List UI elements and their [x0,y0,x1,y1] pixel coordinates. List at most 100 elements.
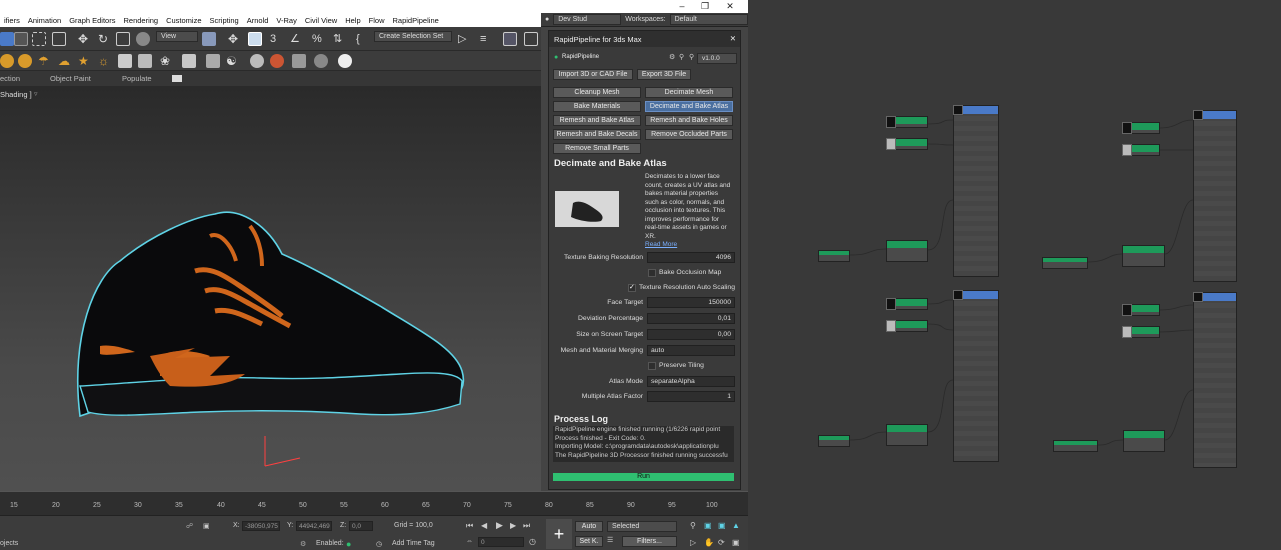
node-material-c[interactable] [1193,110,1237,282]
node-mesh-in[interactable] [1042,257,1088,269]
color-balls-icon[interactable] [270,54,284,68]
node-editor[interactable] [748,0,1281,550]
window-crossing-icon[interactable] [52,32,66,46]
enabled-toggle-icon[interactable]: ● [346,539,351,549]
user-dropdown[interactable]: Dev Stud [553,14,622,25]
x-field[interactable]: -38050,975 [242,521,280,531]
percent-snap-icon[interactable]: % [312,32,326,46]
atlas-factor-field[interactable]: 1 [647,391,735,402]
preserve-tiling-checkbox[interactable] [648,362,656,370]
minimize-icon[interactable]: – [672,0,692,13]
key-mode-icon[interactable]: ⇔ [466,538,473,545]
field-of-view-icon[interactable]: ▷ [690,538,696,547]
rapidpipeline-logo-icon[interactable] [338,54,352,68]
bake-occlusion-checkbox[interactable] [648,269,656,277]
play-icon[interactable]: ▶ [496,520,503,531]
viewport[interactable]: Shading ] ▿ [0,86,541,491]
zoom-in-icon[interactable]: ⚲ [679,53,684,61]
deviation-field[interactable]: 0,01 [647,313,735,324]
shoe-model[interactable] [0,86,541,491]
import-button[interactable]: Import 3D or CAD File [553,69,633,80]
bitmap-icon[interactable] [292,54,306,68]
umbrella-icon[interactable]: ☂ [38,54,52,68]
bake-materials-button[interactable]: Bake Materials [553,101,641,112]
node-material-a[interactable] [953,105,999,277]
go-start-icon[interactable]: ⏮ [466,521,473,531]
auto-key-button[interactable]: Auto [575,521,603,532]
zoom-all-icon[interactable]: ▣ [704,521,712,530]
frame-field[interactable]: 0 [478,537,524,547]
menu-rapidpipeline[interactable]: RapidPipeline [389,16,443,25]
remesh-bake-decals-button[interactable]: Remesh and Bake Decals [553,129,641,140]
ribbon-toggle-icon[interactable] [172,75,182,82]
select-manipulate-icon[interactable]: ✥ [226,32,240,46]
workspace-dropdown[interactable]: Default [669,14,748,25]
spinner-snap-icon[interactable]: ⇅ [333,32,347,46]
cleanup-mesh-button[interactable]: Cleanup Mesh [553,87,641,98]
sky-icon[interactable]: ☁ [58,54,72,68]
zoom-icon[interactable]: ⚲ [690,521,696,530]
node-process[interactable] [886,424,928,446]
render-frame-icon[interactable] [138,54,152,68]
rect-selection-icon[interactable] [32,32,46,46]
render-icon[interactable] [182,54,196,68]
vray-icon[interactable]: ❀ [160,54,174,68]
tbr-field[interactable]: 4096 [647,252,735,263]
add-time-tag[interactable]: Add Time Tag [392,540,435,547]
menu-customize[interactable]: Customize [162,16,205,25]
version-dropdown[interactable]: v1.0.0 [697,53,737,64]
key-filter-icon[interactable]: ☰ [607,536,613,544]
sunlight-icon[interactable]: ☼ [98,54,112,68]
zoom-out-icon[interactable]: ⚲ [689,53,694,61]
sphere-icon[interactable] [250,54,264,68]
timeline[interactable]: 15 20 25 30 35 40 45 50 55 60 65 70 75 8… [0,491,764,515]
remove-small-parts-button[interactable]: Remove Small Parts [553,143,641,154]
reference-coord-dropdown[interactable]: View [156,31,198,42]
lock-icon[interactable]: ▣ [203,522,210,530]
y-field[interactable]: 44942,469 [296,521,332,531]
pivot-icon[interactable] [202,32,216,46]
tab-populate[interactable]: Populate [122,74,152,83]
tab-object-paint[interactable]: Object Paint [50,74,91,83]
read-more-link[interactable]: Read More [645,241,737,250]
set-key-plus-icon[interactable]: + [546,519,572,549]
remove-occluded-button[interactable]: Remove Occluded Parts [645,129,733,140]
zoom-extents-icon[interactable]: ▣ [718,521,726,530]
material-icon[interactable]: ☯ [226,54,240,68]
node-material-d[interactable] [1193,292,1237,468]
menu-graph-editors[interactable]: Graph Editors [65,16,119,25]
z-field[interactable]: 0,0 [349,521,373,531]
settings-icon[interactable]: ⚙ [669,53,675,61]
node-mesh-in[interactable] [818,435,850,447]
rotate-icon[interactable]: ↻ [96,32,110,46]
edit-named-sel-icon[interactable]: { [356,32,370,46]
menu-flow[interactable]: Flow [365,16,389,25]
layer-explorer-icon[interactable] [524,32,538,46]
placement-icon[interactable] [136,32,150,46]
size-on-screen-field[interactable]: 0,00 [647,329,735,340]
selection-filter-dropdown[interactable]: Selected [607,521,677,532]
keyboard-shortcut-icon[interactable] [248,32,262,46]
decimate-bake-atlas-button[interactable]: Decimate and Bake Atlas [645,101,733,112]
restore-icon[interactable]: ❐ [695,0,715,13]
render-teapot-icon[interactable] [206,54,220,68]
go-end-icon[interactable]: ⏭ [523,521,530,531]
render-setup-icon[interactable] [118,54,132,68]
set-key-button[interactable]: Set K. [575,536,603,547]
export-button[interactable]: Export 3D File [637,69,691,80]
run-button[interactable]: Run [553,473,734,481]
process-log[interactable]: RapidPipeline engine finished running (1… [553,426,734,462]
selection-set-dropdown[interactable]: Create Selection Set [374,31,452,42]
environment-icon[interactable] [314,54,328,68]
time-config-icon[interactable]: ◷ [529,537,536,546]
bulb-icon[interactable]: ★ [78,54,92,68]
node-process[interactable] [1123,430,1165,452]
mirror-icon[interactable]: ▷ [458,32,472,46]
node-mesh-in[interactable] [818,250,850,262]
scale-icon[interactable] [116,32,130,46]
atlas-mode-dropdown[interactable]: separateAlpha [647,376,735,387]
menu-arnold[interactable]: Arnold [243,16,273,25]
pan-icon[interactable]: ✋ [704,538,714,547]
menu-scripting[interactable]: Scripting [206,16,243,25]
maximize-viewport-icon[interactable]: ▣ [732,538,740,547]
